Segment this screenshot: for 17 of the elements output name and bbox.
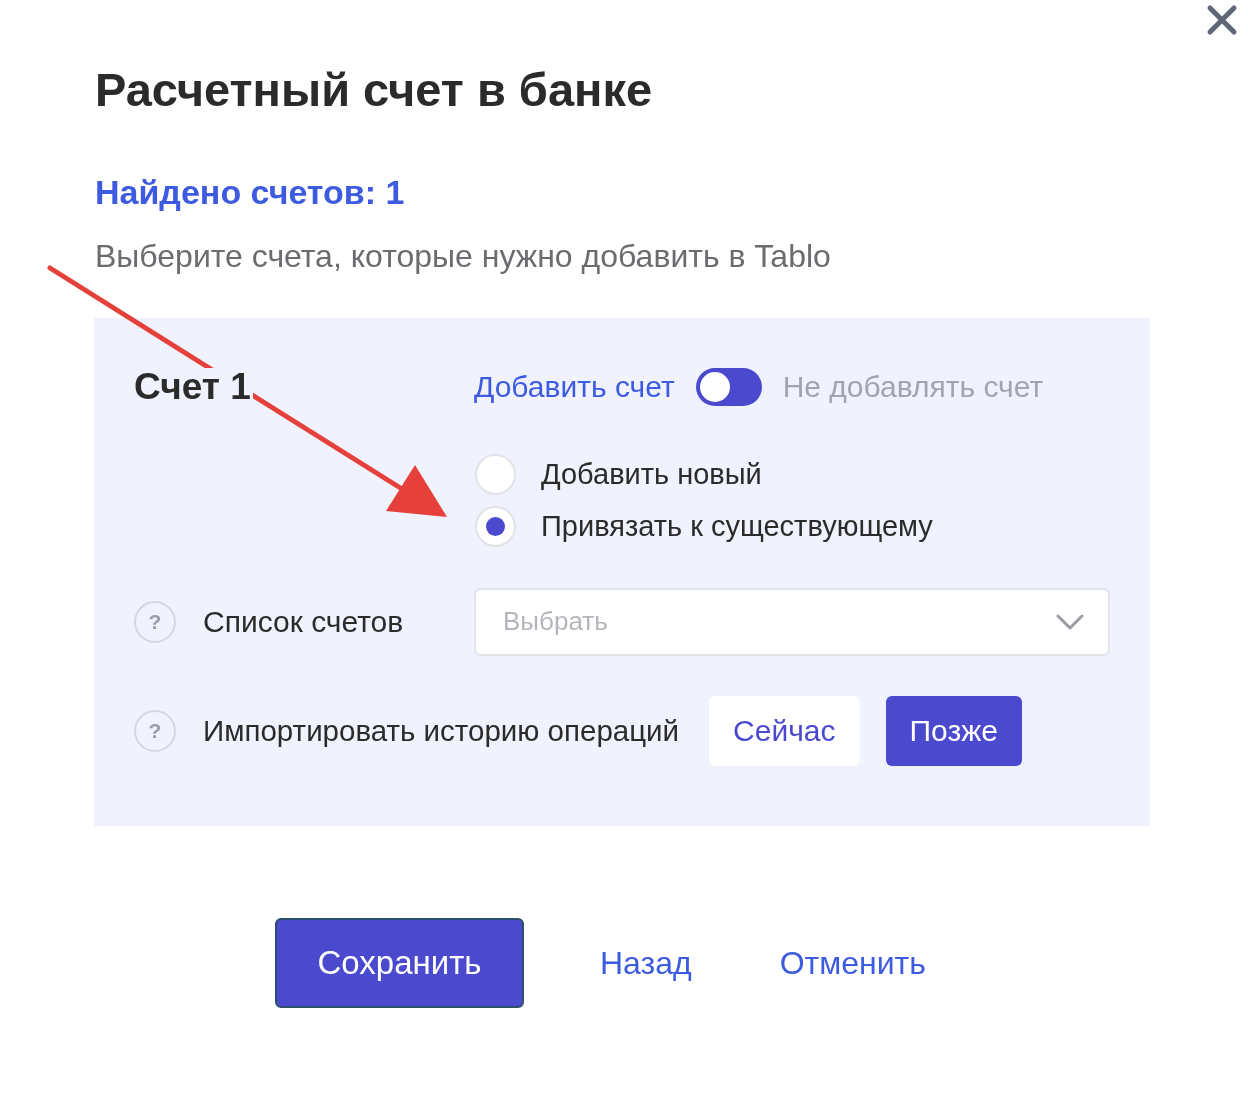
chevron-down-icon (1056, 614, 1084, 630)
radio-option[interactable]: Привязать к существующему (475, 506, 933, 547)
field-label: Импортировать историю операций (203, 716, 680, 746)
field-label: Список счетов (203, 607, 404, 637)
dialog-title: Расчетный счет в банке (94, 62, 653, 118)
toggle-label[interactable]: Добавить счет (474, 372, 675, 402)
instruction-text: Выберите счета, которые нужно добавить в Tablo (94, 238, 831, 275)
found-count: Найдено счетов: 1 (94, 172, 405, 214)
choice-button[interactable]: Сейчас (709, 696, 860, 766)
choice-button[interactable]: Позже (885, 696, 1022, 766)
close-button[interactable] (1206, 4, 1238, 36)
link-button[interactable]: Назад (600, 947, 692, 979)
toggle-switch[interactable] (695, 368, 762, 406)
close-icon (1206, 4, 1238, 36)
link-button[interactable]: Отменить (779, 947, 926, 979)
radio-option[interactable]: Добавить новый (475, 454, 762, 495)
save-button[interactable]: Сохранить (275, 918, 524, 1008)
